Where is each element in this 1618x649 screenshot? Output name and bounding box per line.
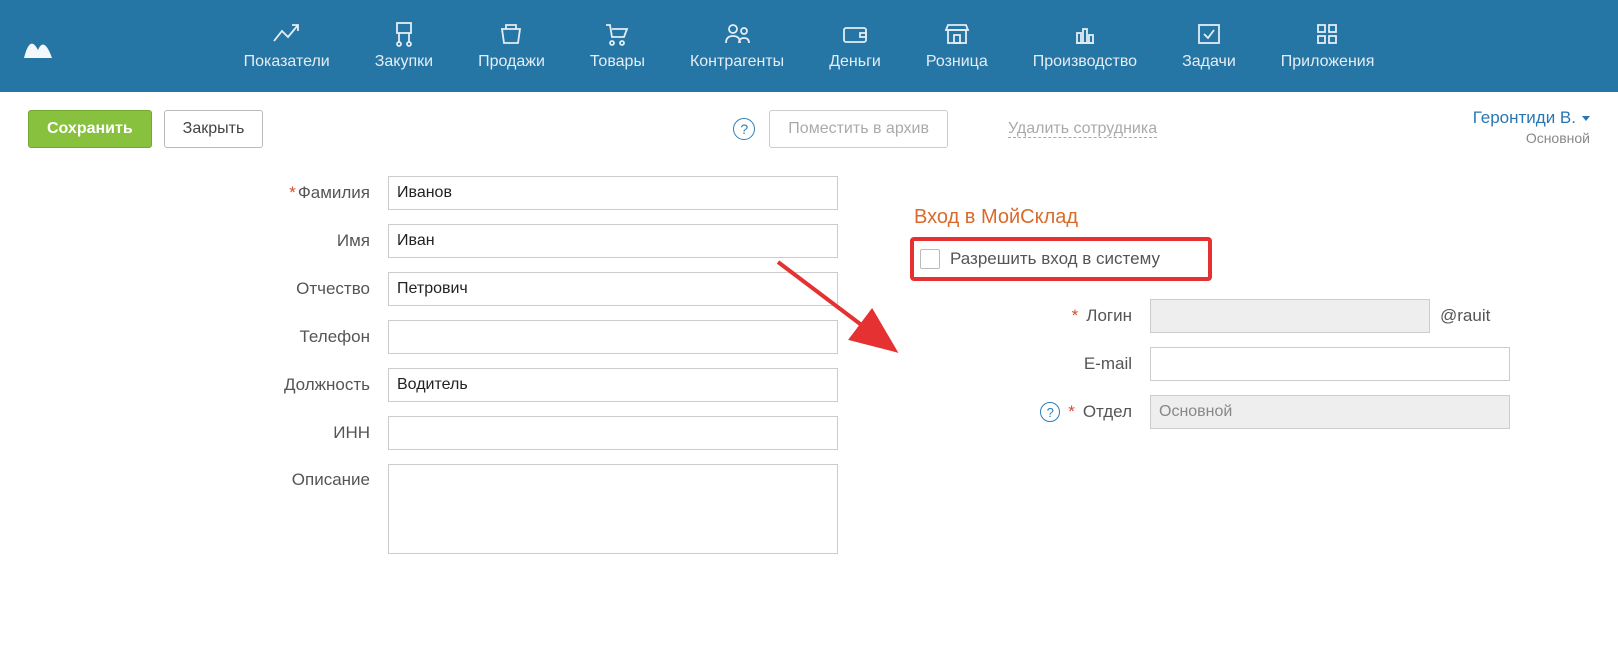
user-name-text: Геронтиди В.: [1473, 108, 1576, 127]
phone-label: Телефон: [218, 327, 388, 347]
lastname-input[interactable]: [388, 176, 838, 210]
department-label: ? *Отдел: [910, 402, 1150, 422]
chevron-down-icon: [1582, 116, 1590, 121]
user-menu[interactable]: Геронтиди В. Основной: [1473, 108, 1590, 146]
nav-label: Приложения: [1281, 53, 1375, 71]
nav-production[interactable]: Производство: [1033, 21, 1137, 71]
department-input: [1150, 395, 1510, 429]
close-button[interactable]: Закрыть: [164, 110, 264, 148]
inn-input[interactable]: [388, 416, 838, 450]
email-input[interactable]: [1150, 347, 1510, 381]
logo[interactable]: [20, 28, 56, 67]
nav-label: Производство: [1033, 53, 1137, 71]
phone-input[interactable]: [388, 320, 838, 354]
login-label: *Логин: [910, 306, 1150, 326]
top-nav: Показатели Закупки Продажи Товары Контра…: [0, 0, 1618, 92]
nav-sales[interactable]: Продажи: [478, 21, 545, 71]
form-left: *Фамилия Имя Отчество Телефон Должность …: [218, 176, 838, 554]
nav-label: Контрагенты: [690, 53, 784, 71]
description-label: Описание: [218, 464, 388, 490]
position-label: Должность: [218, 375, 388, 395]
help-icon[interactable]: ?: [733, 118, 755, 140]
nav-label: Деньги: [829, 53, 881, 71]
email-label: E-mail: [910, 354, 1150, 374]
patronymic-input[interactable]: [388, 272, 838, 306]
archive-button[interactable]: Поместить в архив: [769, 110, 948, 148]
user-sub-text: Основной: [1473, 130, 1590, 146]
firstname-label: Имя: [218, 231, 388, 251]
delete-employee-link[interactable]: Удалить сотрудника: [1008, 120, 1157, 138]
lastname-label: *Фамилия: [218, 183, 388, 203]
allow-login-checkbox[interactable]: [920, 249, 940, 269]
nav-retail[interactable]: Розница: [926, 21, 988, 71]
save-button[interactable]: Сохранить: [28, 110, 152, 148]
login-input: [1150, 299, 1430, 333]
nav-tasks[interactable]: Задачи: [1182, 21, 1236, 71]
nav-label: Розница: [926, 53, 988, 71]
patronymic-label: Отчество: [218, 279, 388, 299]
allow-login-label: Разрешить вход в систему: [950, 249, 1160, 269]
nav-label: Продажи: [478, 53, 545, 71]
nav-goods[interactable]: Товары: [590, 21, 645, 71]
nav-label: Задачи: [1182, 53, 1236, 71]
position-input[interactable]: [388, 368, 838, 402]
form-right: Вход в МойСклад Разрешить вход в систему…: [910, 176, 1570, 443]
firstname-input[interactable]: [388, 224, 838, 258]
nav-label: Товары: [590, 53, 645, 71]
nav-purchases[interactable]: Закупки: [375, 21, 433, 71]
description-input[interactable]: [388, 464, 838, 554]
login-suffix: @rauit: [1430, 306, 1490, 326]
nav-counterparties[interactable]: Контрагенты: [690, 21, 784, 71]
nav-money[interactable]: Деньги: [829, 21, 881, 71]
nav-label: Показатели: [244, 53, 330, 71]
action-bar: Сохранить Закрыть ? Поместить в архив Уд…: [0, 92, 1618, 166]
inn-label: ИНН: [218, 423, 388, 443]
annotation-highlight: Разрешить вход в систему: [910, 237, 1212, 281]
content-area: *Фамилия Имя Отчество Телефон Должность …: [0, 166, 1618, 608]
login-section-title: Вход в МойСклад: [914, 206, 1570, 229]
help-icon[interactable]: ?: [1040, 402, 1060, 422]
nav-label: Закупки: [375, 53, 433, 71]
nav-apps[interactable]: Приложения: [1281, 21, 1375, 71]
nav-indicators[interactable]: Показатели: [244, 21, 330, 71]
